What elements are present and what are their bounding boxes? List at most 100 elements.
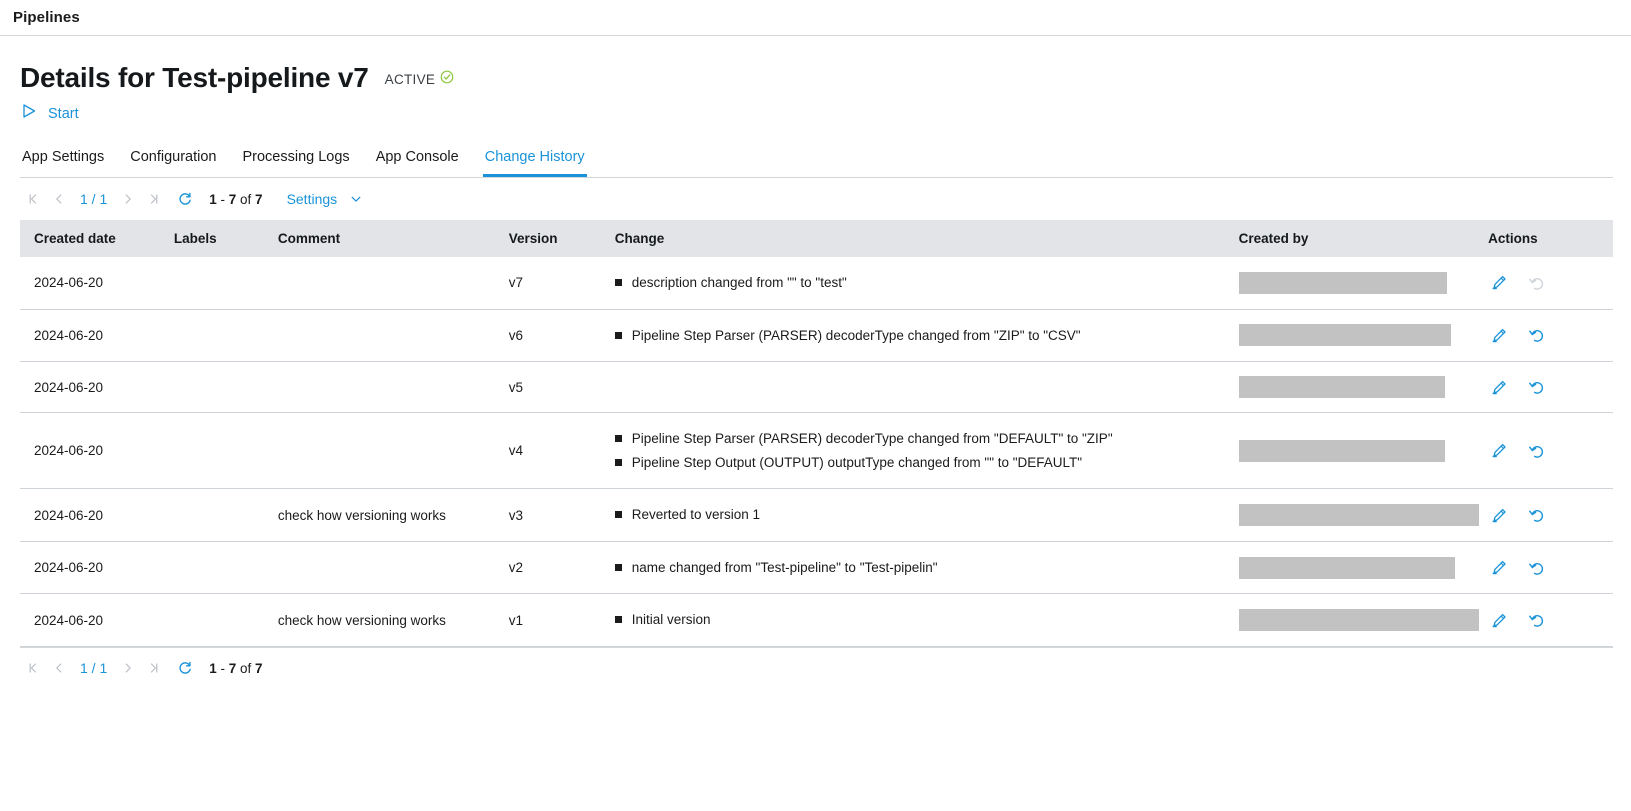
tab-processing-logs[interactable]: Processing Logs xyxy=(240,149,351,177)
column-header-created-by[interactable]: Created by xyxy=(1238,220,1489,257)
next-page-button-bottom[interactable] xyxy=(115,655,141,681)
change-item: description changed from "" to "test" xyxy=(614,271,1239,295)
revert-version-button[interactable] xyxy=(1526,504,1548,526)
last-page-button-bottom[interactable] xyxy=(141,655,167,681)
cell-comment xyxy=(277,309,509,363)
undo-arrow-icon xyxy=(1529,330,1544,343)
revert-version-button[interactable] xyxy=(1526,324,1548,346)
bullet-icon xyxy=(614,616,622,624)
undo-arrow-icon xyxy=(1529,562,1544,575)
cell-version: v5 xyxy=(508,361,615,414)
change-item: Initial version xyxy=(614,608,1239,632)
edit-comment-button[interactable] xyxy=(1488,557,1510,579)
cell-labels xyxy=(173,593,278,647)
tab-app-console[interactable]: App Console xyxy=(374,149,461,177)
next-page-icon xyxy=(125,663,132,674)
cell-created-by xyxy=(1238,488,1489,542)
revert-version-button[interactable] xyxy=(1526,609,1548,631)
pencil-icon xyxy=(1492,380,1506,394)
cell-labels xyxy=(173,309,278,363)
table-row[interactable]: 2024-06-20 check how versioning works v3… xyxy=(20,488,1613,542)
refresh-button[interactable] xyxy=(171,186,199,212)
next-page-icon xyxy=(125,194,132,204)
tab-change-history[interactable]: Change History xyxy=(482,149,587,177)
table-row[interactable]: 2024-06-20 v6 Pipeline Step Parser (PARS… xyxy=(20,309,1613,363)
table-row[interactable]: 2024-06-20 v2 name changed from "Test-pi… xyxy=(20,541,1613,595)
record-count-start: 1 xyxy=(209,191,217,207)
page-indicator-bottom[interactable]: 1 / 1 xyxy=(72,660,115,676)
table-row[interactable]: 2024-06-20 v7 description changed from "… xyxy=(20,257,1613,310)
chevron-down-icon xyxy=(351,196,361,202)
revert-version-button[interactable] xyxy=(1526,557,1548,579)
record-count-of-bottom: of xyxy=(236,660,256,676)
edit-comment-button[interactable] xyxy=(1488,324,1510,346)
change-item: Pipeline Step Parser (PARSER) decoderTyp… xyxy=(614,324,1239,348)
tab-app-settings[interactable]: App Settings xyxy=(20,149,106,177)
prev-page-icon xyxy=(56,663,62,674)
cell-actions xyxy=(1488,541,1613,595)
edit-comment-button[interactable] xyxy=(1488,376,1510,398)
record-count-total-bottom: 7 xyxy=(255,660,263,676)
prev-page-button-bottom[interactable] xyxy=(46,655,72,681)
cell-version: v1 xyxy=(508,593,615,647)
revert-version-button[interactable] xyxy=(1526,440,1548,462)
record-count-sep-bottom: - xyxy=(216,660,229,676)
cell-actions xyxy=(1488,593,1613,647)
cell-actions xyxy=(1488,257,1613,310)
table-header: Created date Labels Comment Version Chan… xyxy=(20,220,1613,257)
table-row[interactable]: 2024-06-20 v5 xyxy=(20,361,1613,414)
cell-actions xyxy=(1488,488,1613,542)
edit-comment-button[interactable] xyxy=(1488,609,1510,631)
column-header-comment[interactable]: Comment xyxy=(277,220,509,257)
change-text: description changed from "" to "test" xyxy=(631,275,847,290)
change-list: Initial version xyxy=(614,608,1239,632)
page-indicator[interactable]: 1 / 1 xyxy=(72,191,115,207)
app-bar: Pipelines xyxy=(0,0,1631,36)
cell-actions xyxy=(1488,412,1613,490)
change-text: Pipeline Step Output (OUTPUT) outputType… xyxy=(631,454,1083,470)
undo-arrow-icon xyxy=(1529,510,1544,522)
table-body: 2024-06-20 v7 description changed from "… xyxy=(20,257,1613,647)
column-header-change[interactable]: Change xyxy=(614,220,1239,257)
settings-dropdown-button[interactable] xyxy=(349,192,363,206)
cell-change: Pipeline Step Parser (PARSER) decoderTyp… xyxy=(614,412,1239,490)
redacted-user-bar xyxy=(1238,376,1445,399)
change-text: Reverted to version 1 xyxy=(631,507,761,523)
tab-configuration[interactable]: Configuration xyxy=(128,149,218,177)
column-header-version[interactable]: Version xyxy=(508,220,615,257)
record-count-of: of xyxy=(236,191,256,207)
column-header-created-date[interactable]: Created date xyxy=(20,220,174,257)
first-page-button-bottom[interactable] xyxy=(20,655,46,681)
table-row[interactable]: 2024-06-20 check how versioning works v1… xyxy=(20,593,1613,647)
pencil-icon xyxy=(1492,561,1506,575)
first-page-icon xyxy=(29,663,37,674)
cell-labels xyxy=(173,488,278,542)
cell-comment xyxy=(277,541,509,595)
refresh-icon xyxy=(179,662,192,675)
cell-version: v3 xyxy=(508,488,615,542)
start-button[interactable]: Start xyxy=(20,102,79,125)
change-list: name changed from "Test-pipeline" to "Te… xyxy=(614,556,1239,580)
undo-arrow-icon xyxy=(1529,445,1544,458)
edit-comment-button[interactable] xyxy=(1488,440,1510,462)
edit-comment-button[interactable] xyxy=(1488,272,1510,294)
play-triangle-icon xyxy=(20,102,38,125)
settings-link[interactable]: Settings xyxy=(287,191,338,207)
redacted-user-bar xyxy=(1238,271,1447,294)
edit-comment-button[interactable] xyxy=(1488,504,1510,526)
cell-version: v7 xyxy=(508,257,615,310)
prev-page-button[interactable] xyxy=(46,186,72,212)
pencil-icon xyxy=(1492,328,1506,343)
cell-created-by xyxy=(1238,541,1489,595)
first-page-button[interactable] xyxy=(20,186,46,212)
title-row: Details for Test-pipeline v7 ACTIVE xyxy=(20,36,1613,94)
refresh-button-bottom[interactable] xyxy=(171,655,199,681)
cell-created-by xyxy=(1238,257,1489,310)
table-row[interactable]: 2024-06-20 v4 Pipeline Step Parser (PARS… xyxy=(20,412,1613,490)
next-page-button[interactable] xyxy=(115,186,141,212)
revert-version-button[interactable] xyxy=(1526,376,1548,398)
pencil-icon xyxy=(1492,276,1506,290)
cell-comment: check how versioning works xyxy=(277,593,509,647)
last-page-button[interactable] xyxy=(141,186,167,212)
column-header-labels[interactable]: Labels xyxy=(173,220,278,257)
